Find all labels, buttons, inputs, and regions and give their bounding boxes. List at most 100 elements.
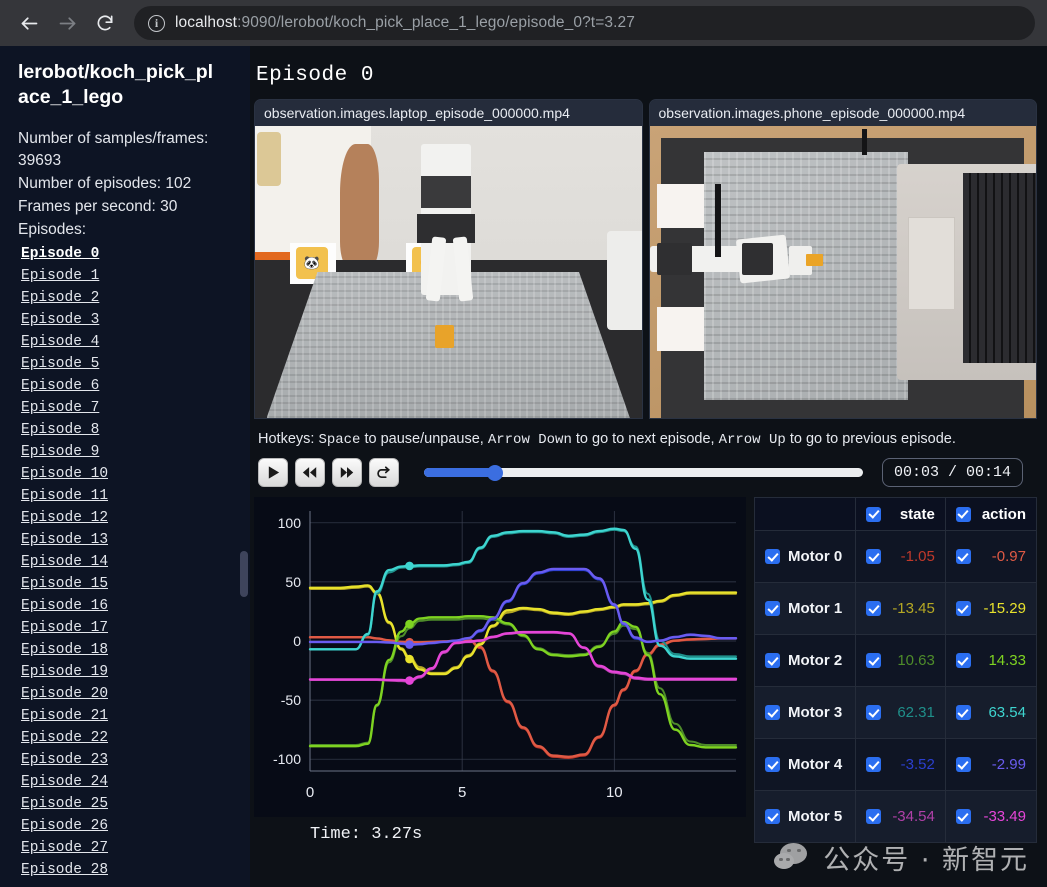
slider-fill [424,468,496,477]
sidebar-episode-26[interactable]: Episode 26 [18,815,220,837]
sidebar-episode-21[interactable]: Episode 21 [18,705,220,727]
play-button[interactable] [258,458,288,487]
sidebar-episode-8[interactable]: Episode 8 [18,419,220,441]
timeseries-chart[interactable]: -100 -50 0 50 100 0 5 10 Time: 3.27s [254,497,746,844]
scene-shirt-graphic [257,132,281,186]
progress-slider[interactable] [424,464,863,481]
meta-samples: Number of samples/frames: 39693 [18,129,209,169]
sidebar-episode-5[interactable]: Episode 5 [18,353,220,375]
sidebar-episode-10[interactable]: Episode 10 [18,463,220,485]
reload-button[interactable] [88,6,122,40]
svg-text:-100: -100 [273,751,301,767]
sidebar-episode-27[interactable]: Episode 27 [18,837,220,859]
sidebar-episode-23[interactable]: Episode 23 [18,749,220,771]
table-row: Motor 4 -3.52 -2.99 [753,738,1038,791]
sidebar-episode-13[interactable]: Episode 13 [18,529,220,551]
forward-button[interactable] [50,6,84,40]
scene-lego-baseplate-top [703,152,909,401]
sidebar-episode-20[interactable]: Episode 20 [18,683,220,705]
motor-row-checkbox-2[interactable] [765,653,780,668]
video-card-phone[interactable]: observation.images.phone_episode_000000.… [648,99,1037,419]
main-scrollbar-thumb[interactable] [240,551,248,597]
motor-row-checkbox-3[interactable] [765,705,780,720]
main-panel: Episode 0 observation.images.laptop_epis… [238,46,1047,887]
scene-cable-1 [715,184,721,258]
slider-thumb[interactable] [487,464,504,481]
state-checkbox-2[interactable] [866,653,882,668]
cell-action: -15.29 [944,582,1038,635]
info-icon[interactable]: i [148,14,165,32]
hotkey-arrow-up: Arrow Up [718,432,786,448]
sidebar-episode-4[interactable]: Episode 4 [18,331,220,353]
scene-robot-servo-1 [657,242,692,275]
sidebar-episode-2[interactable]: Episode 2 [18,287,220,309]
sidebar-episode-17[interactable]: Episode 17 [18,617,220,639]
sidebar-episode-14[interactable]: Episode 14 [18,551,220,573]
action-column-checkbox[interactable] [955,506,971,522]
action-checkbox-1[interactable] [955,601,971,616]
sidebar-episode-16[interactable]: Episode 16 [18,595,220,617]
action-checkbox-4[interactable] [955,757,971,772]
url-text: localhost:9090/lerobot/koch_pick_place_1… [175,14,635,32]
sidebar-episode-1[interactable]: Episode 1 [18,265,220,287]
action-checkbox-0[interactable] [955,549,971,564]
video-frame-phone[interactable] [649,126,1036,418]
meta-episodes: Number of episodes: 102 [18,174,192,192]
state-column-checkbox[interactable] [866,506,882,522]
cell-motor: Motor 4 [753,738,857,791]
main-scrollbar[interactable] [238,46,250,887]
fast-forward-button[interactable] [332,458,362,487]
action-checkbox-2[interactable] [955,653,971,668]
motor-label-5: Motor 5 [788,808,843,825]
page-body: lerobot/koch_pick_place_1_lego Number of… [0,46,1047,887]
wechat-icon [774,842,814,873]
url-host: localhost [175,14,238,31]
sidebar-episode-15[interactable]: Episode 15 [18,573,220,595]
motor-row-checkbox-0[interactable] [765,549,780,564]
time-display: 00:03 / 00:14 [881,458,1023,487]
sidebar-episode-24[interactable]: Episode 24 [18,771,220,793]
sidebar-episode-3[interactable]: Episode 3 [18,309,220,331]
state-checkbox-1[interactable] [866,601,882,616]
svg-text:100: 100 [278,515,302,531]
motor-row-checkbox-5[interactable] [765,809,780,824]
state-checkbox-4[interactable] [866,757,882,772]
back-button[interactable] [12,6,46,40]
state-checkbox-3[interactable] [866,705,882,720]
loop-button[interactable] [369,458,399,487]
cell-action: -2.99 [944,738,1038,791]
action-value-2: 14.33 [988,652,1026,669]
sidebar-episode-25[interactable]: Episode 25 [18,793,220,815]
video-frame-laptop[interactable]: 🐼 😄 [255,126,642,418]
sidebar-episode-22[interactable]: Episode 22 [18,727,220,749]
rewind-button[interactable] [295,458,325,487]
scene-box-upper [657,184,704,229]
sidebar-episode-12[interactable]: Episode 12 [18,507,220,529]
motor-row-checkbox-4[interactable] [765,757,780,772]
video-card-laptop[interactable]: observation.images.laptop_episode_000000… [254,99,643,419]
sidebar-episode-11[interactable]: Episode 11 [18,485,220,507]
sidebar-episode-19[interactable]: Episode 19 [18,661,220,683]
sidebar-episode-28[interactable]: Episode 28 [18,859,220,881]
table-row: Motor 0 -1.05 -0.97 [753,530,1038,583]
table-head: state action [753,497,1038,531]
action-checkbox-5[interactable] [955,809,971,824]
scene-second-robot [606,231,642,331]
sidebar-episode-7[interactable]: Episode 7 [18,397,220,419]
th-state-label: state [899,505,935,523]
cell-action: 14.33 [944,634,1038,687]
sidebar-episode-9[interactable]: Episode 9 [18,441,220,463]
meta-fps: Frames per second: 30 [18,197,178,215]
data-section: -100 -50 0 50 100 0 5 10 Time: 3.27s state [254,497,1038,844]
address-bar[interactable]: i localhost:9090/lerobot/koch_pick_place… [134,6,1035,40]
motor-row-checkbox-1[interactable] [765,601,780,616]
action-checkbox-3[interactable] [955,705,971,720]
state-checkbox-5[interactable] [866,809,882,824]
state-checkbox-0[interactable] [866,549,882,564]
sidebar-episode-0[interactable]: Episode 0 [18,243,220,265]
sidebar-episode-18[interactable]: Episode 18 [18,639,220,661]
sidebar-episode-6[interactable]: Episode 6 [18,375,220,397]
chart-time-label: Time: 3.27s [310,825,423,844]
svg-text:0: 0 [293,633,301,649]
episode-list[interactable]: Episode 0 Episode 1 Episode 2 Episode 3 Epis… [18,243,220,881]
